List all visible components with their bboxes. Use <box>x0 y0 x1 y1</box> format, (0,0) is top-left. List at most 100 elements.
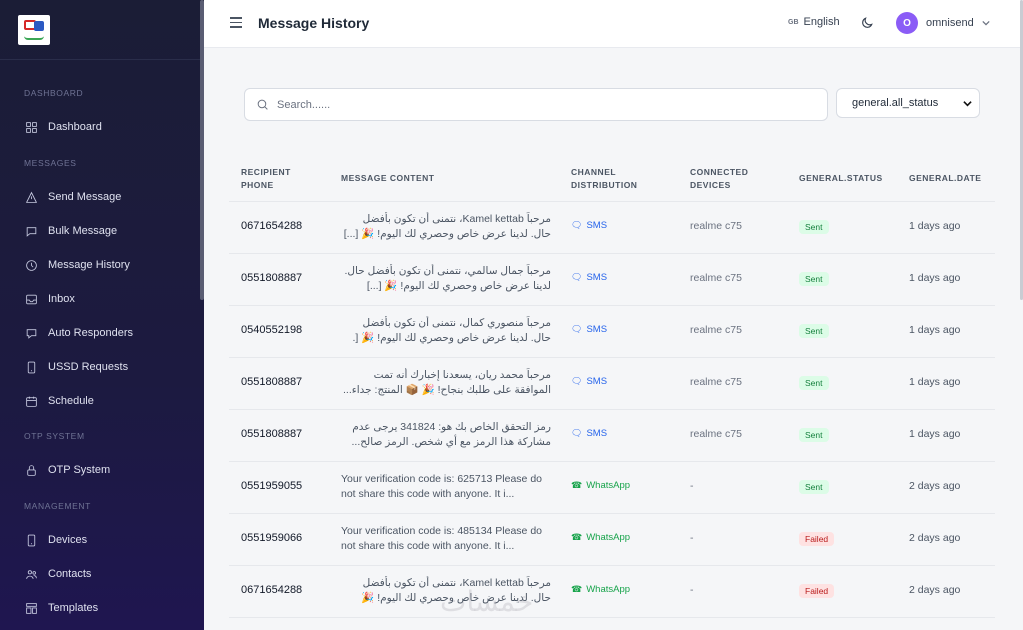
status-badge: Sent <box>799 272 829 286</box>
sidebar-item-message-history[interactable]: Message History <box>0 248 200 282</box>
channel-label: SMS <box>586 376 608 387</box>
sidebar-item-devices[interactable]: Devices <box>0 523 200 557</box>
sidebar-item-inbox[interactable]: Inbox <box>0 282 200 316</box>
sidebar-item-label: Devices <box>48 534 88 546</box>
top-header: Message History GB English O omnisend <box>204 0 1023 48</box>
watermark: خمسات <box>440 585 534 618</box>
app-logo[interactable] <box>18 14 50 45</box>
send-icon <box>24 190 38 204</box>
table-row[interactable]: 0671654288 مرحباً Kamel kettab، نتمنى أن… <box>229 202 995 254</box>
channel-badge: 🗨 SMS <box>571 324 607 335</box>
column-header-connected-devices[interactable]: CONNECTED DEVICES <box>690 166 770 192</box>
recipient-phone: 0551959066 <box>241 532 303 544</box>
status-label: Failed <box>799 584 835 598</box>
sidebar: DASHBOARD Dashboard MESSAGES Send Messag… <box>0 0 204 630</box>
lock-icon <box>24 463 38 477</box>
avatar: O <box>896 12 918 34</box>
status-badge: Failed <box>799 584 835 598</box>
status-label: Sent <box>799 480 829 494</box>
status-filter-select[interactable]: general.all_status <box>836 88 980 118</box>
sidebar-item-label: USSD Requests <box>48 361 129 373</box>
sidebar-item-label: Dashboard <box>48 121 102 133</box>
connected-device: - <box>690 480 694 492</box>
message-content: مرحباً محمد ريان، يسعدنا إخبارك أنه تمت … <box>343 369 551 396</box>
status-badge: Failed <box>799 532 835 546</box>
channel-label: SMS <box>586 272 608 283</box>
sidebar-item-contacts[interactable]: Contacts <box>0 557 200 591</box>
channel-label: SMS <box>586 428 608 439</box>
language-switcher[interactable]: GB English <box>788 16 840 28</box>
mobile-device-icon <box>24 533 38 547</box>
status-badge: Sent <box>799 324 829 338</box>
menu-toggle-icon[interactable] <box>230 17 242 29</box>
sidebar-item-label: Auto Responders <box>48 327 133 339</box>
column-header-channel-distribution[interactable]: CHANNEL DISTRIBUTION <box>571 166 651 192</box>
search-input[interactable] <box>277 98 797 111</box>
message-date: 2 days ago <box>909 584 961 596</box>
sidebar-item-send-message[interactable]: Send Message <box>0 180 200 214</box>
table-row[interactable]: 0551808887 مرحباً محمد ريان، يسعدنا إخبا… <box>229 358 995 410</box>
table-row[interactable]: 0551808887 مرحباً جمال سالمي، نتمنى أن ت… <box>229 254 995 306</box>
table-row[interactable]: 0551959066 Your verification code is: 48… <box>229 514 995 566</box>
channel-badge: 🗨 SMS <box>571 220 607 231</box>
connected-device: realme c75 <box>690 428 742 440</box>
sidebar-item-schedule[interactable]: Schedule <box>0 384 200 418</box>
table-row[interactable]: 0551959055 Your verification code is: 62… <box>229 462 995 514</box>
search-box[interactable] <box>244 88 828 121</box>
sidebar-item-label: Bulk Message <box>48 225 118 237</box>
table-header: RECIPIENT PHONE MESSAGE CONTENT CHANNEL … <box>229 156 995 202</box>
nav-section-label: DASHBOARD <box>24 88 84 98</box>
table-row[interactable]: 0671654288 مرحباً Kamel kettab، نتمنى أن… <box>229 566 995 618</box>
sidebar-item-templates[interactable]: Templates <box>0 591 200 625</box>
channel-label: WhatsApp <box>586 584 631 595</box>
table-row[interactable]: 0540552198 مرحباً منصوري كمال، نتمنى أن … <box>229 306 995 358</box>
nav-section-label: MESSAGES <box>24 158 77 168</box>
column-header-recipient-phone[interactable]: RECIPIENT PHONE <box>241 166 311 192</box>
sidebar-item-label: Schedule <box>48 395 94 407</box>
chat-icon: 🗨 <box>571 220 583 230</box>
table-row[interactable]: 0551808887 رمز التحقق الخاص بك هو: 34182… <box>229 410 995 462</box>
sidebar-item-ussd-requests[interactable]: USSD Requests <box>0 350 200 384</box>
moon-icon[interactable] <box>860 16 874 30</box>
connected-device: realme c75 <box>690 376 742 388</box>
message-date: 1 days ago <box>909 324 961 336</box>
chat-icon: 🗨 <box>571 272 583 282</box>
table-body: 0671654288 مرحباً Kamel kettab، نتمنى أن… <box>229 202 995 618</box>
sidebar-item-dashboard[interactable]: Dashboard <box>0 110 200 144</box>
channel-label: SMS <box>586 324 608 335</box>
nav-section-label: MANAGEMENT <box>24 501 91 511</box>
sidebar-item-label: Send Message <box>48 191 122 203</box>
channel-badge: 🗨 SMS <box>571 272 607 283</box>
column-header-status[interactable]: GENERAL.STATUS <box>799 172 883 185</box>
sidebar-item-otp-system[interactable]: OTP System <box>0 453 200 487</box>
column-header-date[interactable]: GENERAL.DATE <box>909 172 981 185</box>
nav-section-label: OTP SYSTEM <box>24 431 85 441</box>
status-badge: Sent <box>799 480 829 494</box>
recipient-phone: 0551808887 <box>241 376 303 388</box>
sidebar-item-auto-responders[interactable]: Auto Responders <box>0 316 200 350</box>
channel-badge: 🗨 SMS <box>571 376 607 387</box>
status-label: Sent <box>799 324 829 338</box>
sidebar-item-label: Templates <box>48 602 99 614</box>
chat-icon: 🗨 <box>571 376 583 386</box>
sidebar-item-label: Inbox <box>48 293 75 305</box>
message-content: رمز التحقق الخاص بك هو: 341824 يرجى عدم … <box>351 421 551 448</box>
status-label: Sent <box>799 428 829 442</box>
chat-bubble-icon <box>24 326 38 340</box>
clock-icon <box>24 258 38 272</box>
message-history-table: RECIPIENT PHONE MESSAGE CONTENT CHANNEL … <box>229 156 995 618</box>
status-badge: Sent <box>799 428 829 442</box>
template-icon <box>24 601 38 615</box>
channel-badge: 🗨 SMS <box>571 428 607 439</box>
channel-badge: ☎ WhatsApp <box>571 480 630 491</box>
language-label: English <box>803 16 840 28</box>
sidebar-item-bulk-message[interactable]: Bulk Message <box>0 214 200 248</box>
column-header-message-content[interactable]: MESSAGE CONTENT <box>341 172 434 185</box>
user-menu[interactable]: O omnisend <box>896 12 990 34</box>
whatsapp-icon: ☎ <box>571 532 583 542</box>
status-label: Sent <box>799 220 829 234</box>
connected-device: realme c75 <box>690 324 742 336</box>
connected-device: realme c75 <box>690 272 742 284</box>
message-content: Your verification code is: 485134 Please… <box>341 525 542 552</box>
message-date: 2 days ago <box>909 480 961 492</box>
